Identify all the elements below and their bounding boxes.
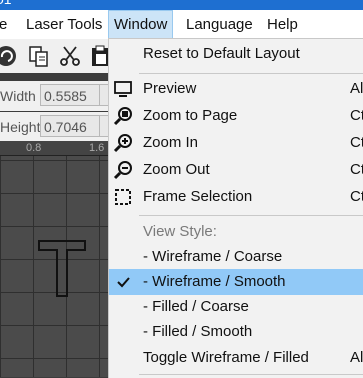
menu-item-label: Preview — [143, 80, 197, 97]
title-bar: 01 — [0, 0, 363, 10]
menu-item-shortcut: Al — [350, 80, 363, 97]
menu-window[interactable]: Window — [108, 10, 174, 39]
menu-item-label: Reset to Default Layout — [143, 45, 300, 62]
menu-item-label: Zoom Out — [143, 161, 210, 178]
checkmark-icon — [117, 277, 130, 288]
width-label: Width — [0, 88, 36, 104]
ruler-tick: 1.6 — [89, 142, 105, 154]
menu-help[interactable]: Help — [262, 10, 303, 39]
menu-item-label: - Wireframe / Coarse — [143, 248, 283, 265]
menu-item-shortcut: Ct — [350, 134, 363, 151]
menu-item-shortcut: Ct — [350, 107, 363, 124]
menu-item-filled-smooth[interactable]: - Filled / Smooth — [109, 319, 363, 345]
width-field[interactable]: 0.5585 — [40, 84, 100, 106]
frame-selection-icon — [115, 189, 131, 205]
zoom-page-icon — [113, 107, 132, 126]
design-glyph[interactable] — [36, 238, 88, 298]
menu-item-shortcut: Ct — [350, 161, 363, 178]
menu-edit[interactable]: e — [0, 10, 12, 39]
zoom-out-icon — [113, 161, 132, 180]
ruler-tick: 0.8 — [26, 142, 42, 154]
menu-item-label: - Filled / Coarse — [143, 298, 249, 315]
menu-item-label: Frame Selection — [143, 188, 253, 205]
menu-header-view-style: View Style: — [109, 219, 363, 245]
menu-divider — [139, 73, 363, 74]
window-title: 01 — [0, 0, 12, 7]
width-row: Width 0.5585 — [0, 81, 110, 111]
cut-icon[interactable] — [58, 44, 82, 68]
menu-item-zoom-out[interactable]: Zoom Out Ct — [109, 157, 363, 183]
menu-bar: e Laser Tools Window Language Help — [0, 10, 363, 39]
menu-header-label: View Style: — [143, 223, 217, 240]
menu-item-preview[interactable]: Preview Al — [109, 76, 363, 102]
menu-item-filled-coarse[interactable]: - Filled / Coarse — [109, 294, 363, 320]
menu-item-shortcut: Al — [350, 349, 363, 366]
menu-item-wireframe-coarse[interactable]: - Wireframe / Coarse — [109, 244, 363, 270]
top-ruler: 0.8 1.6 — [0, 141, 110, 156]
menu-item-label: - Wireframe / Smooth — [143, 273, 286, 290]
height-label: Height — [0, 119, 41, 135]
toolbar — [0, 39, 110, 73]
menu-laser-tools[interactable]: Laser Tools — [21, 10, 107, 39]
menu-item-label: - Filled / Smooth — [143, 323, 253, 340]
menu-item-wireframe-smooth[interactable]: - Wireframe / Smooth — [109, 269, 363, 295]
menu-item-label: Zoom to Page — [143, 107, 238, 124]
menu-item-label: Toggle Wireframe / Filled — [143, 349, 309, 366]
menu-item-reset-layout[interactable]: Reset to Default Layout — [109, 41, 363, 67]
menu-item-toggle-wireframe[interactable]: Toggle Wireframe / Filled Al — [109, 345, 363, 371]
window-menu: Reset to Default Layout Preview Al Zoom … — [108, 38, 363, 378]
redo-icon[interactable] — [0, 44, 18, 68]
menu-item-zoom-in[interactable]: Zoom In Ct — [109, 130, 363, 156]
height-field[interactable]: 0.7046 — [40, 115, 100, 137]
monitor-icon — [114, 81, 132, 97]
menu-item-label: Zoom In — [143, 134, 199, 151]
menu-language[interactable]: Language — [181, 10, 258, 39]
menu-divider — [139, 374, 363, 375]
copy-icon[interactable] — [27, 44, 51, 68]
zoom-in-icon — [113, 134, 132, 153]
menu-item-zoom-to-page[interactable]: Zoom to Page Ct — [109, 103, 363, 129]
menu-item-frame-selection[interactable]: Frame Selection Ct — [109, 184, 363, 210]
menu-divider — [139, 215, 363, 216]
menu-item-shortcut: Ct — [350, 188, 363, 205]
